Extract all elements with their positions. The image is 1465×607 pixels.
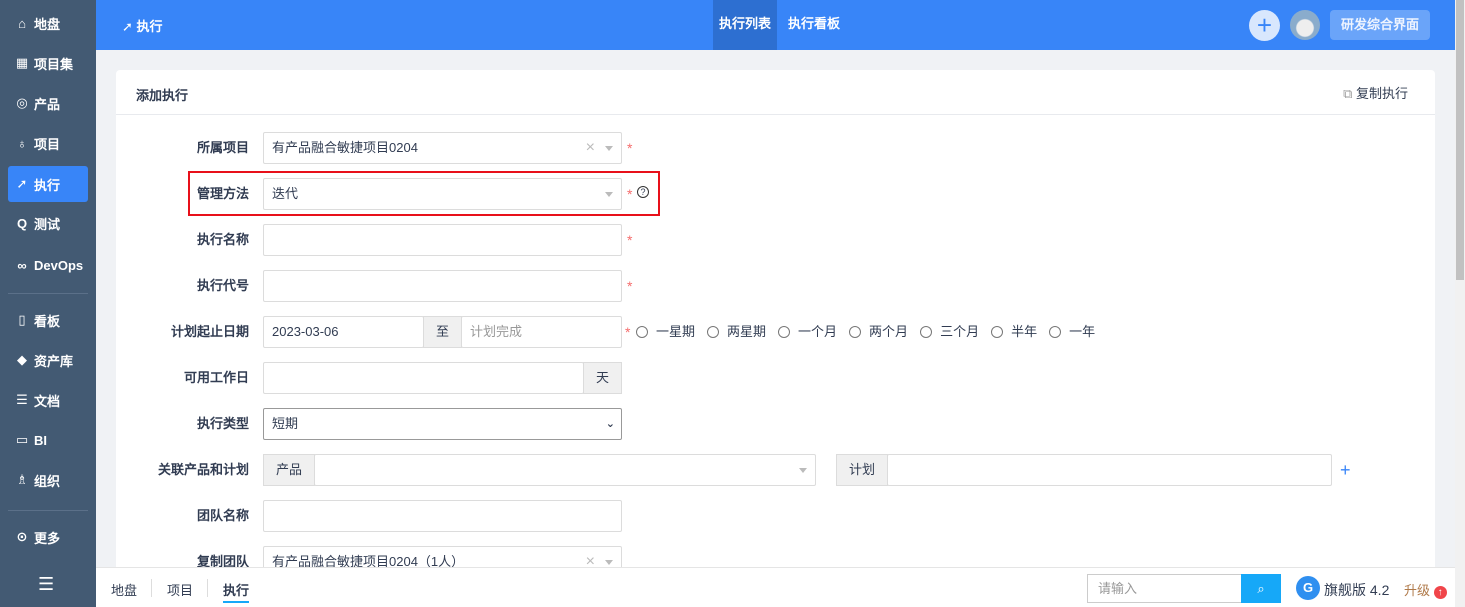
plan-select[interactable]: [887, 454, 1332, 486]
crumb-dashboard[interactable]: 地盘: [111, 580, 137, 599]
chevron-down-icon: [799, 468, 807, 473]
highlight-box: [188, 171, 660, 216]
radio-two-weeks[interactable]: 两星期: [707, 316, 766, 348]
bulb-icon: ◎: [16, 95, 28, 110]
begin-date-input[interactable]: 2023-03-06: [263, 316, 424, 348]
chevron-down-icon: ⌄: [605, 418, 615, 430]
users-icon: ♗: [16, 472, 28, 487]
crumb-divider: [207, 579, 208, 597]
tab-execution-kanban[interactable]: 执行看板: [782, 0, 846, 50]
project-label: 所属项目: [196, 140, 249, 155]
run-icon: ➚: [16, 176, 28, 191]
radio-one-week[interactable]: 一星期: [636, 316, 695, 348]
required-mark: *: [625, 324, 631, 340]
days-input[interactable]: [263, 362, 584, 394]
name-label: 执行名称: [196, 232, 249, 247]
more-icon: ⊙: [16, 529, 28, 544]
clear-icon[interactable]: ×: [586, 133, 595, 163]
home-icon: ⌂: [18, 15, 26, 31]
code-input[interactable]: [263, 270, 622, 302]
required-mark: *: [627, 140, 633, 156]
chevron-down-icon: [605, 146, 613, 151]
radio-half-year[interactable]: 半年: [991, 316, 1037, 348]
product-select[interactable]: [314, 454, 816, 486]
bi-icon: ▭: [15, 432, 29, 447]
end-date-input[interactable]: 计划完成: [461, 316, 622, 348]
page-scrollbar[interactable]: [1455, 0, 1465, 607]
duration-radio-group: 一星期 两星期 一个月 两个月 三个月 半年 一年: [636, 316, 1107, 350]
top-header: ➚ 执行 执行列表 执行看板 + 研发综合界面: [96, 0, 1455, 50]
type-select[interactable]: 短期 ⌄: [263, 408, 622, 440]
copy-icon: ⧉: [1343, 86, 1356, 101]
type-label: 执行类型: [196, 416, 249, 431]
zentao-logo-icon: G: [1296, 576, 1320, 600]
sidebar-item-dashboard[interactable]: ⌂ 地盘: [8, 5, 88, 41]
scrollbar-thumb[interactable]: [1456, 0, 1464, 280]
user-avatar[interactable]: [1290, 10, 1320, 40]
run-icon: ➚: [122, 19, 137, 34]
dates-label: 计划起止日期: [170, 324, 249, 339]
rocket-icon: ♁: [17, 135, 27, 151]
team-input[interactable]: [263, 500, 622, 532]
upgrade-arrow-icon: ↑: [1433, 586, 1447, 599]
diamond-icon: ◆: [17, 352, 27, 367]
add-execution-card: 添加执行 ⧉ 复制执行 所属项目 有产品融合敏捷项目0204 × * 管理方法 迭…: [116, 70, 1435, 590]
copy-execution-button[interactable]: ⧉ 复制执行: [1343, 83, 1408, 102]
required-mark: *: [627, 232, 633, 248]
team-label: 团队名称: [196, 508, 249, 523]
doc-icon: ☰: [16, 392, 28, 407]
add-product-plus-icon[interactable]: +: [1340, 454, 1351, 486]
card-title: 添加执行: [136, 88, 189, 103]
radio-one-month[interactable]: 一个月: [778, 316, 837, 348]
link-label: 关联产品和计划: [157, 462, 249, 477]
switch-interface-button[interactable]: 研发综合界面: [1330, 10, 1430, 40]
version-label: 旗舰版 4.2: [1324, 582, 1390, 598]
sidebar-item-program[interactable]: ▦ 项目集: [8, 45, 88, 81]
days-label: 可用工作日: [183, 370, 249, 385]
required-mark: *: [627, 278, 633, 294]
upgrade-link[interactable]: 升级 ↑: [1404, 580, 1447, 599]
radio-three-months[interactable]: 三个月: [920, 316, 979, 348]
project-select[interactable]: 有产品融合敏捷项目0204 ×: [263, 132, 622, 164]
infinity-icon: ∞: [17, 257, 27, 273]
tab-execution-list[interactable]: 执行列表: [713, 0, 778, 50]
search-button[interactable]: ⌕: [1241, 574, 1281, 603]
crumb-project[interactable]: 项目: [167, 580, 193, 599]
radio-one-year[interactable]: 一年: [1049, 316, 1095, 348]
code-label: 执行代号: [196, 278, 249, 293]
days-unit-addon: 天: [583, 362, 622, 394]
radio-two-months[interactable]: 两个月: [849, 316, 908, 348]
product-addon: 产品: [263, 454, 315, 486]
search-input[interactable]: 请输入: [1087, 574, 1242, 603]
name-input[interactable]: [263, 224, 622, 256]
grid-icon: ▦: [15, 55, 29, 70]
search-icon: ⌕: [1257, 581, 1265, 596]
crumb-execution[interactable]: 执行: [223, 580, 250, 603]
crumb-divider: [151, 579, 152, 597]
bottom-bar: 地盘 项目 执行 请输入 ⌕ G 旗舰版 4.2 升级 ↑: [96, 567, 1455, 607]
chevron-down-icon: [605, 560, 613, 565]
create-plus-button[interactable]: +: [1249, 10, 1280, 41]
test-icon: Q: [16, 215, 28, 231]
plan-addon: 计划: [836, 454, 888, 486]
kanban-icon: ▯: [18, 312, 26, 327]
date-to-addon: 至: [423, 316, 462, 348]
header-title: ➚ 执行: [122, 19, 163, 34]
sidebar-item-product[interactable]: ◎ 产品: [8, 85, 88, 121]
